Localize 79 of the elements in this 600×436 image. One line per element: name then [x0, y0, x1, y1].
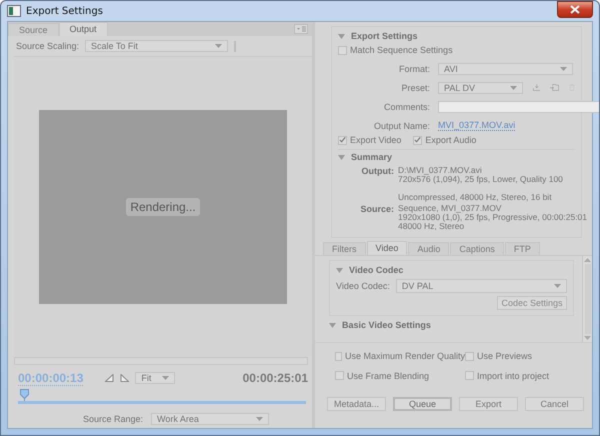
panel-menu-icon[interactable]	[294, 24, 308, 34]
zoom-dropdown[interactable]: Fit	[135, 372, 176, 384]
checkbox[interactable]	[335, 371, 344, 380]
caret-icon	[215, 44, 222, 48]
field-label: Preset:	[400, 82, 430, 92]
rendering-label: Rendering...	[126, 198, 200, 216]
summary-label: Output:	[360, 166, 394, 178]
source-range-label: Source Range:	[82, 414, 144, 424]
summary-text: 1920x1080 (1,0), 25 fps, Progressive, 00:00:25:01	[398, 213, 588, 222]
dialog-button[interactable]: Queue	[393, 397, 452, 411]
tab[interactable]: Output	[58, 22, 108, 36]
caret-icon	[256, 417, 264, 421]
checkbox[interactable]	[335, 352, 342, 361]
section-heading: Video Codec	[349, 265, 404, 275]
codec-settings-button[interactable]: Codec Settings	[497, 296, 567, 310]
expand-triangle-icon[interactable]	[329, 322, 336, 328]
duration-time: 00:00:25:01	[242, 371, 308, 385]
window-title: Export Settings	[26, 6, 104, 16]
summary-text: Uncompressed, 48000 Hz, Stereo, 16 bit	[398, 193, 553, 202]
section-heading: Summary	[351, 152, 392, 162]
checkbox[interactable]	[413, 136, 422, 144]
checkbox-label[interactable]: Export Audio	[425, 135, 476, 145]
scrollbar[interactable]	[582, 256, 592, 342]
close-icon	[570, 5, 580, 14]
tab[interactable]: Captions	[450, 242, 504, 255]
source-scaling-dropdown[interactable]: Scale To Fit	[85, 40, 228, 52]
scroll-up-icon[interactable]	[584, 258, 591, 262]
caret-icon	[162, 376, 170, 380]
checkbox-label[interactable]: Use Maximum Render Quality	[344, 351, 465, 362]
checkbox-label[interactable]: Import into project	[477, 370, 550, 381]
caret-icon	[510, 86, 517, 90]
dropdown[interactable]: AVI	[438, 62, 573, 74]
import-preset-icon[interactable]	[550, 82, 560, 93]
source-range-dropdown[interactable]: Work Area	[151, 413, 270, 425]
mark-in-icon[interactable]	[105, 374, 114, 382]
mark-out-icon[interactable]	[120, 374, 130, 382]
timeline-track[interactable]	[18, 389, 306, 404]
comments-field[interactable]	[438, 100, 599, 112]
summary-text: 48000 Hz, Stereo	[398, 222, 466, 231]
dialog-button[interactable]: Export	[459, 397, 518, 411]
checkbox[interactable]	[465, 371, 474, 380]
summary-text: D:\MVI_0377.MOV.avi	[398, 166, 483, 175]
checkbox-label[interactable]: Export Video	[350, 135, 402, 145]
dropdown[interactable]: PAL DV	[438, 82, 523, 94]
field-label: Format:	[398, 64, 430, 74]
caret-icon	[554, 284, 561, 288]
checkbox-label[interactable]: Use Frame Blending	[347, 370, 430, 381]
video-codec-dropdown[interactable]: DV PAL	[396, 278, 567, 292]
summary-text: Sequence, MVI_0377.MOV	[398, 204, 502, 213]
source-scaling-label: Source Scaling:	[16, 41, 80, 51]
section-heading: Export Settings	[351, 31, 418, 41]
summary-label: Source:	[359, 204, 394, 216]
scroll-down-icon[interactable]	[584, 336, 591, 340]
playhead-handle[interactable]	[20, 389, 29, 401]
expand-triangle-icon[interactable]	[336, 268, 343, 272]
dialog-button[interactable]: Cancel	[525, 397, 584, 411]
field-label: Output Name:	[372, 120, 430, 130]
app-icon	[7, 5, 21, 17]
close-button[interactable]	[557, 1, 593, 18]
section-heading: Basic Video Settings	[342, 320, 431, 330]
expand-triangle-icon[interactable]	[338, 34, 345, 38]
dialog-button[interactable]: Metadata...	[327, 397, 386, 411]
output-name-link[interactable]: MVI_0377.MOV.avi	[438, 120, 516, 131]
checkbox[interactable]	[338, 136, 347, 144]
tab[interactable]: Audio	[408, 242, 450, 255]
tab[interactable]: Video	[366, 241, 408, 255]
checkbox-label[interactable]: Use Previews	[477, 351, 532, 362]
tab[interactable]: Filters	[323, 242, 366, 255]
tab[interactable]: FTP	[504, 242, 540, 255]
checkbox-label[interactable]: Match Sequence Settings	[350, 45, 453, 55]
checkbox[interactable]	[338, 46, 347, 54]
tab[interactable]: Source	[8, 23, 59, 36]
field-label: Comments:	[382, 102, 430, 112]
expand-triangle-icon[interactable]	[338, 154, 345, 160]
video-codec-label: Video Codec:	[336, 280, 390, 290]
summary-text: 720x576 (1,094), 25 fps, Lower, Quality 100	[398, 175, 563, 184]
save-preset-icon[interactable]	[532, 82, 540, 93]
checkbox[interactable]	[465, 352, 474, 361]
caret-icon	[560, 66, 567, 70]
